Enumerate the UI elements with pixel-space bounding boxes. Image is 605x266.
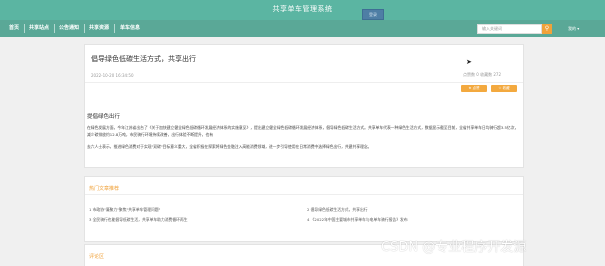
hot-article-link[interactable]: 3 全民骑行也能倡导低碳生活，共享单车助力消费循环再生 [89, 217, 188, 223]
nav-item-notices[interactable]: 公告通知 [59, 20, 79, 37]
nav-divider [114, 24, 115, 33]
collect-button[interactable]: ☆ 收藏 [491, 85, 517, 92]
nav-item-resources[interactable]: 共享资源 [89, 20, 109, 37]
hot-articles-card: 热门文章推荐 1 市政协"凝聚力"聚焦"共享单车管理问题" 2 倡导绿色低碳生活… [84, 176, 524, 242]
search-input[interactable]: 输入关键词 [477, 24, 542, 34]
like-label: 点赞 [472, 86, 480, 90]
search-button[interactable]: ⚲ [542, 24, 552, 34]
article-date: 2022-10-20 16:34:50 [91, 73, 134, 78]
site-title: 共享单车管理系统 [272, 5, 333, 13]
hot-article-link[interactable]: 4 《2022年中国主要城市共享单车与电单车骑行报告》发布 [307, 217, 408, 223]
article-stats: 点赞数 0 收藏数 272 [463, 72, 501, 77]
watermark-text: CSDN @专业程序开发源 [381, 240, 527, 255]
hot-articles-title: 热门文章推荐 [89, 186, 120, 192]
article-card: 倡导绿色低碳生活方式，共享出行 2022-10-20 16:34:50 点赞数 … [84, 44, 524, 168]
top-header-bar: 共享单车管理系统 登录 [0, 0, 605, 20]
collect-label: 收藏 [502, 86, 510, 90]
nav-divider [84, 24, 85, 33]
nav-item-home[interactable]: 首页 [9, 20, 19, 37]
nav-divider [54, 24, 55, 33]
thumb-icon: ★ [468, 86, 472, 90]
article-paragraph: 在绿色发展方面，今年江苏省出台了《关于加快建立健全绿色低碳循环发展经济体系的实施… [87, 125, 519, 137]
divider [85, 82, 523, 83]
mouse-cursor-icon: ➤ [466, 58, 472, 66]
like-button[interactable]: ★ 点赞 [461, 85, 487, 92]
nav-item-bikes[interactable]: 单车信息 [120, 20, 140, 37]
hot-article-link[interactable]: 1 市政协"凝聚力"聚焦"共享单车管理问题" [89, 207, 160, 213]
header-login-button[interactable]: 登录 [362, 9, 384, 20]
nav-divider [24, 24, 25, 33]
article-title: 倡导绿色低碳生活方式，共享出行 [91, 55, 196, 63]
comments-title: 评论区 [89, 254, 105, 260]
hot-article-link[interactable]: 2 倡导绿色低碳生活方式，共享出行 [307, 207, 368, 213]
divider [85, 194, 523, 195]
article-section-heading: 提倡绿色出行 [87, 114, 121, 120]
user-menu[interactable]: 我的 ▾ [568, 24, 579, 34]
search-icon: ⚲ [544, 25, 550, 32]
star-icon: ☆ [498, 86, 502, 90]
article-paragraph: 去六人士表示，推进绿色消费对于实现"双碳"目标意义重大，全省积极在探索将绿色金融… [87, 144, 372, 149]
nav-item-stations[interactable]: 共享站点 [29, 20, 49, 37]
